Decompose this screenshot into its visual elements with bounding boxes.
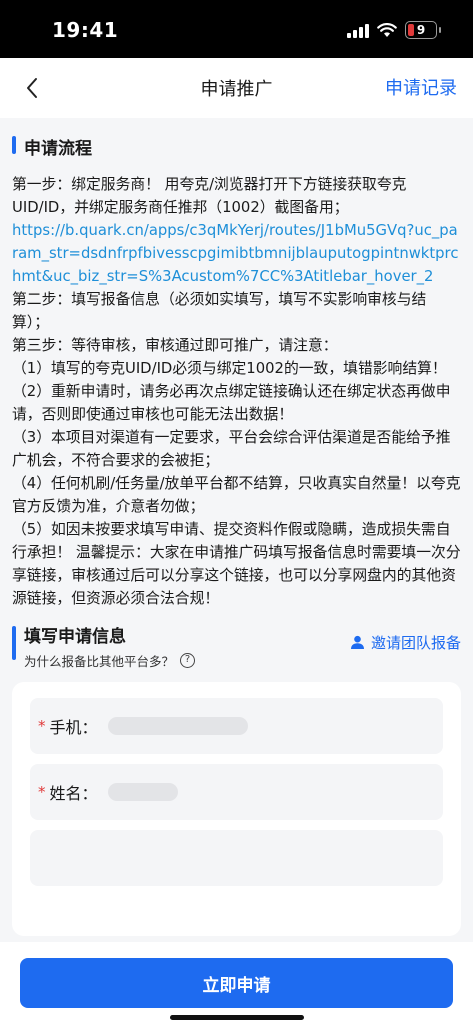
form-card: * 手机： * 姓名： bbox=[12, 682, 461, 936]
form-subtitle-text: 为什么报备比其他平台多？ bbox=[24, 654, 175, 669]
form-header: 填写申请信息 为什么报备比其他平台多？ ? 邀请团队报备 bbox=[0, 622, 473, 669]
user-icon bbox=[350, 635, 364, 649]
records-link[interactable]: 申请记录 bbox=[385, 74, 457, 100]
bind-link[interactable]: https://b.quark.cn/apps/c3qMkYerj/routes… bbox=[12, 219, 461, 288]
step-1: 第一步：绑定服务商！ 用夸克/浏览器打开下方链接获取夸克UID/ID，并绑定服务… bbox=[12, 176, 407, 216]
name-label: 姓名： bbox=[49, 784, 98, 803]
name-value-blurred bbox=[107, 783, 178, 801]
note-2: （2）重新申请时，请务必再次点绑定链接确认还在绑定状态再做申请，否则即使通过审核… bbox=[12, 383, 451, 423]
required-mark: * bbox=[38, 717, 46, 735]
note-3: （3）本项目对渠道有一定要求，平台会综合评估渠道是否能给予推广机会，不符合要求的… bbox=[12, 429, 451, 469]
nav-bar: 申请推广 申请记录 bbox=[0, 58, 473, 118]
note-4: （4）任何机刷/任务量/放单平台都不结算，只收真实自然量！以夸克官方反馈为准，介… bbox=[12, 475, 461, 515]
step-3: 第三步：等待审核，审核通过即可推广，请注意： bbox=[12, 337, 338, 354]
invite-team-label: 邀请团队报备 bbox=[370, 634, 461, 652]
phone-field[interactable]: * 手机： bbox=[30, 698, 443, 754]
form-subtitle[interactable]: 为什么报备比其他平台多？ ? bbox=[24, 651, 473, 670]
battery-level: 9 bbox=[416, 23, 426, 37]
step-2: 第二步：填写报备信息（必须如实填写，填写不实影响审核与结算）； bbox=[12, 291, 427, 331]
home-indicator bbox=[169, 1015, 304, 1020]
flow-title: 申请流程 bbox=[0, 134, 473, 159]
required-mark: * bbox=[38, 783, 46, 801]
note-1: （1）填写的夸克UID/ID必须与绑定1002的一致，填错影响结算！ bbox=[12, 360, 447, 377]
flow-text: 第一步：绑定服务商！ 用夸克/浏览器打开下方链接获取夸克UID/ID，并绑定服务… bbox=[0, 159, 473, 610]
phone-value-blurred bbox=[107, 717, 248, 735]
name-field[interactable]: * 姓名： bbox=[30, 764, 443, 820]
phone-label: 手机： bbox=[49, 718, 98, 737]
invite-team-button[interactable]: 邀请团队报备 bbox=[350, 632, 461, 653]
status-time: 19:41 bbox=[52, 18, 119, 42]
submit-button[interactable]: 立即申请 bbox=[20, 958, 453, 1008]
wifi-icon bbox=[377, 22, 397, 38]
uid-field-partial[interactable] bbox=[30, 830, 443, 886]
status-bar: 19:41 9 bbox=[0, 0, 473, 58]
battery-icon: 9 bbox=[405, 21, 441, 39]
status-icons: 9 bbox=[347, 21, 441, 39]
note-5: （5）如因未按要求填写申请、提交资料作假或隐瞒，造成损失需自行承担！ 温馨提示：… bbox=[12, 521, 461, 607]
signal-icon bbox=[347, 22, 369, 38]
main-content: 申请流程 第一步：绑定服务商！ 用夸克/浏览器打开下方链接获取夸克UID/ID，… bbox=[0, 118, 473, 936]
bottom-bar: 立即申请 bbox=[0, 942, 473, 1024]
question-icon[interactable]: ? bbox=[180, 653, 196, 668]
